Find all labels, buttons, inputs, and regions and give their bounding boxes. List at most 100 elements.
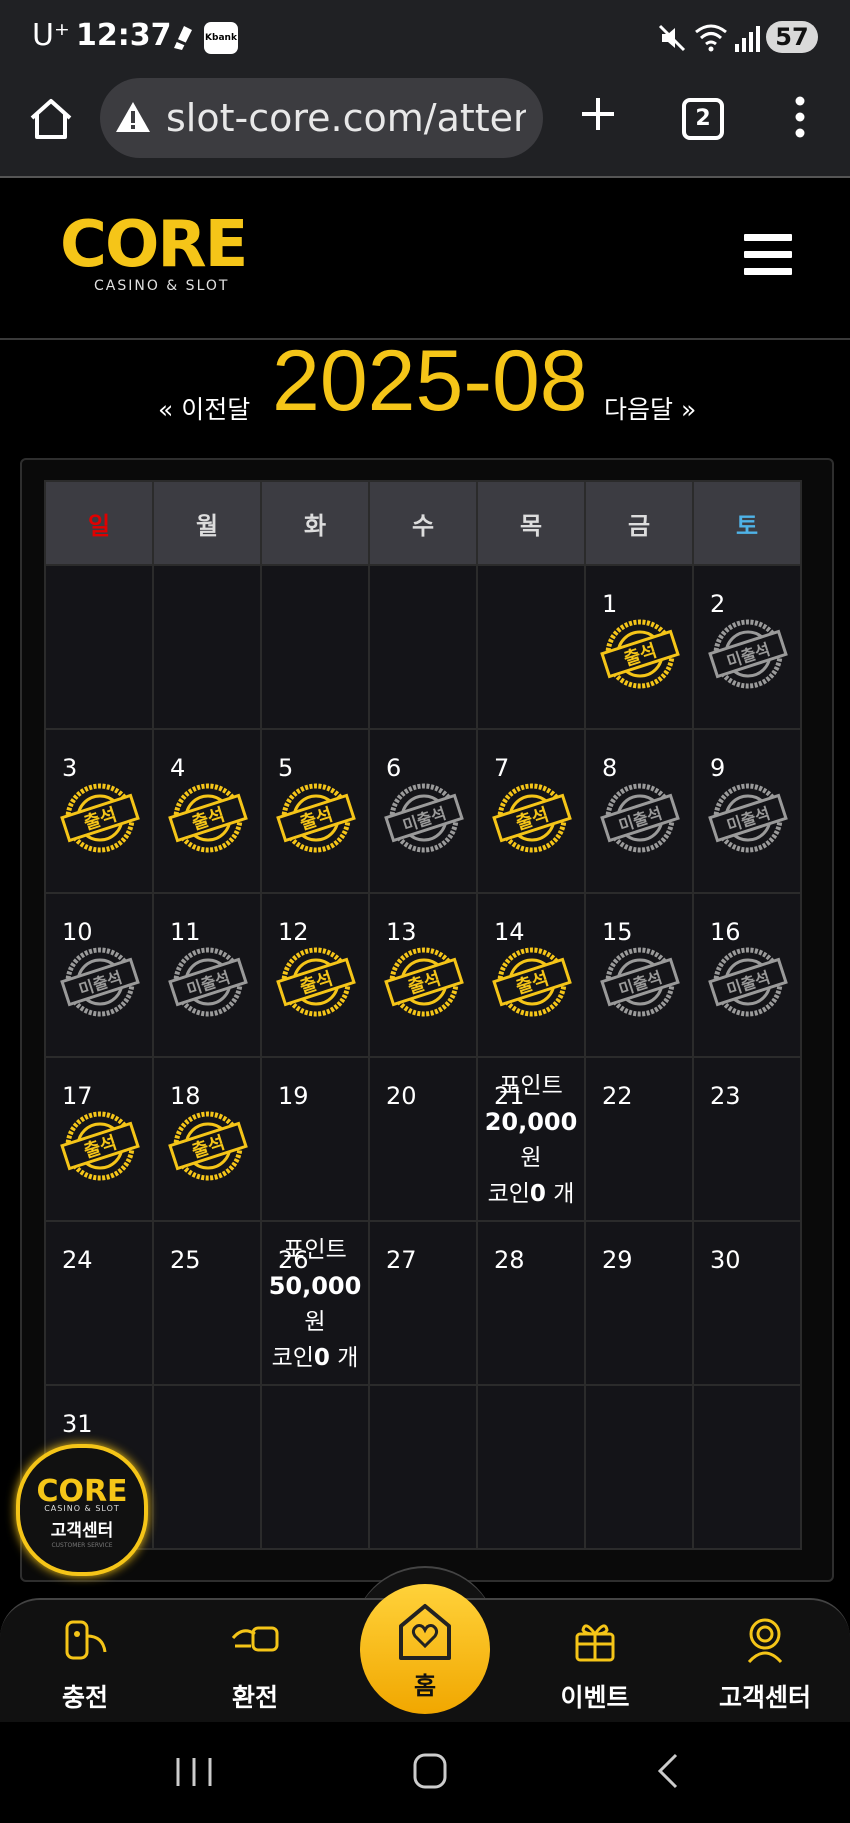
day-cell[interactable]: 5 출석 <box>260 728 370 894</box>
coin-prefix: 코인 <box>487 1181 530 1207</box>
reward-unit: 원 <box>304 1309 326 1335</box>
week-row: 1 출석 2 미출석 <box>44 564 802 730</box>
day-number: 22 <box>602 1082 633 1110</box>
weekday-tue: 화 <box>260 480 370 566</box>
nav-exchange[interactable]: 환전 <box>190 1600 320 1724</box>
reward-amount: 50,000 <box>268 1272 362 1300</box>
day-cell[interactable]: 7 출석 <box>476 728 586 894</box>
day-cell[interactable]: 17 출석 <box>44 1056 154 1222</box>
reward-unit: 원 <box>520 1145 542 1171</box>
browser-toolbar: slot-core.com/attendance 2 <box>0 74 850 178</box>
empty-day-cell <box>44 564 154 730</box>
new-tab-icon[interactable] <box>578 94 618 134</box>
empty-day-cell <box>260 1384 370 1550</box>
nav-charge[interactable]: 충전 <box>20 1600 150 1724</box>
reward-info: 포인트 20,000 원 코인0 개 <box>478 1068 584 1212</box>
cs-tagline: CUSTOMER SERVICE <box>51 1542 113 1549</box>
day-cell[interactable]: 6 미출석 <box>368 728 478 894</box>
day-cell[interactable]: 11 미출석 <box>152 892 262 1058</box>
day-cell[interactable]: 10 미출석 <box>44 892 154 1058</box>
week-row: 24 25 26 포인트 50,000 원 코인0 개 27 28 29 30 <box>44 1220 802 1386</box>
reward-info: 포인트 50,000 원 코인0 개 <box>262 1232 368 1376</box>
wifi-icon <box>695 24 727 52</box>
back-icon[interactable] <box>656 1752 680 1790</box>
cs-logo-subtitle: CASINO & SLOT <box>44 1504 120 1513</box>
prev-month-link[interactable]: « 이전달 <box>158 390 250 426</box>
url-text[interactable]: slot-core.com/attendance <box>166 96 526 140</box>
day-cell[interactable]: 1 출석 <box>584 564 694 730</box>
week-row: 10 미출석 11 미출석 12 출석 13 출석 14 출석 15 미출석 16 미출석 <box>44 892 802 1058</box>
more-options-icon[interactable] <box>792 94 808 140</box>
day-cell[interactable]: 16 미출석 <box>692 892 802 1058</box>
empty-day-cell <box>692 1384 802 1550</box>
day-cell[interactable]: 22 <box>584 1056 694 1222</box>
cs-label: 고객센터 <box>50 1521 114 1541</box>
day-cell[interactable]: 19 <box>260 1056 370 1222</box>
mute-icon <box>658 24 686 52</box>
clock: 12:37 <box>76 18 172 53</box>
day-cell[interactable]: 18 출석 <box>152 1056 262 1222</box>
attended-stamp: 출석 <box>276 783 356 853</box>
day-cell[interactable]: 9 미출석 <box>692 728 802 894</box>
warning-icon[interactable] <box>114 100 152 134</box>
coin-amount: 0 <box>529 1181 546 1207</box>
address-bar[interactable]: slot-core.com/attendance <box>100 78 543 158</box>
next-month-link[interactable]: 다음달 » <box>604 390 696 426</box>
battery-indicator: 57 <box>766 21 818 53</box>
empty-day-cell <box>368 564 478 730</box>
week-row: 31 <box>44 1384 802 1550</box>
nav-home-button[interactable]: 홈 <box>360 1584 490 1714</box>
nav-support[interactable]: 고객센터 <box>700 1600 830 1724</box>
system-home-icon[interactable] <box>412 1752 448 1790</box>
reward-coin: 코인0 개 <box>478 1176 584 1212</box>
attended-stamp: 출석 <box>600 619 680 689</box>
day-cell[interactable]: 14 출석 <box>476 892 586 1058</box>
day-cell[interactable]: 3 출석 <box>44 728 154 894</box>
headset-support-icon <box>747 1618 783 1664</box>
day-cell[interactable]: 29 <box>584 1220 694 1386</box>
core-logo[interactable]: CORE CASINO & SLOT <box>60 208 250 308</box>
hamburger-menu-icon[interactable] <box>744 234 792 276</box>
day-cell[interactable]: 23 <box>692 1056 802 1222</box>
week-row: 17 출석 18 출석 19 20 21 포인트 20,000 원 코인0 개 22… <box>44 1056 802 1222</box>
day-cell[interactable]: 26 포인트 50,000 원 코인0 개 <box>260 1220 370 1386</box>
day-number: 25 <box>170 1246 201 1274</box>
day-number: 27 <box>386 1246 417 1274</box>
day-cell[interactable]: 12 출석 <box>260 892 370 1058</box>
weekday-thu: 목 <box>476 480 586 566</box>
empty-day-cell <box>476 1384 586 1550</box>
home-icon[interactable] <box>28 96 74 142</box>
week-row: 3 출석 4 출석 5 출석 6 미출석 7 출석 8 미출석 9 미출석 <box>44 728 802 894</box>
day-cell[interactable]: 27 <box>368 1220 478 1386</box>
weekday-sun: 일 <box>44 480 154 566</box>
day-cell[interactable]: 13 출석 <box>368 892 478 1058</box>
day-cell[interactable]: 20 <box>368 1056 478 1222</box>
recent-apps-icon[interactable] <box>174 1756 214 1788</box>
day-cell[interactable]: 15 미출석 <box>584 892 694 1058</box>
coin-amount: 0 <box>313 1345 330 1371</box>
day-cell[interactable]: 21 포인트 20,000 원 코인0 개 <box>476 1056 586 1222</box>
day-number: 23 <box>710 1082 741 1110</box>
nav-label: 홈 <box>413 1672 437 1700</box>
empty-day-cell <box>260 564 370 730</box>
tab-switcher-button[interactable]: 2 <box>682 98 724 140</box>
day-cell[interactable]: 8 미출석 <box>584 728 694 894</box>
absent-stamp: 미출석 <box>708 619 788 689</box>
weekday-fri: 금 <box>584 480 694 566</box>
attended-stamp: 출석 <box>168 783 248 853</box>
day-cell[interactable]: 2 미출석 <box>692 564 802 730</box>
attended-stamp: 출석 <box>276 947 356 1017</box>
day-cell[interactable]: 25 <box>152 1220 262 1386</box>
nav-label: 고객센터 <box>718 1683 811 1712</box>
nav-label: 환전 <box>231 1683 278 1712</box>
day-cell[interactable]: 28 <box>476 1220 586 1386</box>
coin-unit: 개 <box>545 1181 575 1207</box>
floating-customer-service-button[interactable]: CORE CASINO & SLOT 고객센터 CUSTOMER SERVICE <box>16 1444 148 1576</box>
empty-day-cell <box>476 564 586 730</box>
day-cell[interactable]: 30 <box>692 1220 802 1386</box>
attended-stamp: 출석 <box>384 947 464 1017</box>
day-cell[interactable]: 4 출석 <box>152 728 262 894</box>
day-cell[interactable]: 24 <box>44 1220 154 1386</box>
nav-event[interactable]: 이벤트 <box>530 1600 660 1724</box>
month-navigation: « 이전달 2025-08 다음달 » <box>0 333 850 450</box>
